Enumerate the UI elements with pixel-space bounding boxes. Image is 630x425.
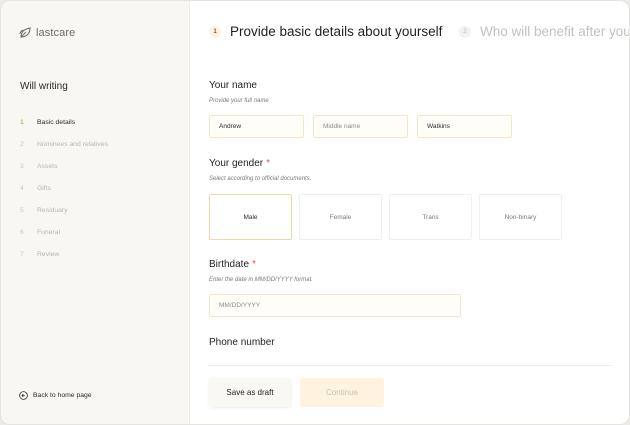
arrow-left-circle-icon	[19, 391, 28, 400]
next-step-title: Who will benefit after you	[480, 24, 630, 39]
last-name-input[interactable]: Watkins	[417, 115, 512, 138]
step-label: Basic details	[37, 118, 76, 126]
birthdate-input[interactable]: MM/DD/YYYY	[209, 294, 461, 317]
back-link-label: Back to home page	[33, 392, 92, 399]
gender-option-male[interactable]: Male	[209, 194, 292, 240]
step-list: 1 Basic details 2 Nominees and relatives…	[20, 111, 108, 265]
first-name-input[interactable]: Andrew	[209, 115, 304, 138]
gender-label: Your gender *	[209, 158, 270, 169]
header-step-current: 1 Provide basic details about yourself	[209, 24, 442, 39]
step-label: Gifts	[37, 184, 51, 192]
leaf-logo-icon	[19, 27, 32, 39]
name-label: Your name	[209, 80, 257, 91]
sidebar-step-assets[interactable]: 3 Assets	[20, 155, 108, 177]
step-label: Review	[37, 250, 60, 258]
sidebar-section-title: Will writing	[20, 81, 68, 92]
step-number: 6	[20, 228, 24, 236]
header-step-next[interactable]: 2 Who will benefit after you	[459, 24, 630, 39]
name-hint: Provide your full name	[209, 98, 269, 104]
birthdate-hint: Enter the date in MM/DD/YYYY format.	[209, 277, 313, 283]
required-mark: *	[266, 158, 271, 169]
sidebar: lastcare Will writing 1 Basic details 2 …	[1, 1, 190, 424]
step-number: 7	[20, 250, 24, 258]
header-step-number: 2	[459, 25, 471, 38]
save-as-draft-button[interactable]: Save as draft	[209, 378, 291, 407]
footer-divider	[209, 365, 613, 366]
birthdate-label: Birthdate *	[209, 259, 256, 270]
app-window: lastcare Will writing 1 Basic details 2 …	[0, 0, 630, 425]
step-number: 3	[20, 162, 24, 170]
phone-label: Phone number	[209, 337, 275, 348]
gender-label-text: Your gender	[209, 158, 264, 169]
details-form: Your name Provide your full name Andrew …	[190, 65, 629, 356]
step-number: 2	[20, 140, 24, 148]
sidebar-step-nominees[interactable]: 2 Nominees and relatives	[20, 133, 108, 155]
sidebar-step-funeral[interactable]: 6 Funeral	[20, 221, 108, 243]
sidebar-step-basic-details[interactable]: 1 Basic details	[20, 111, 108, 133]
required-mark: *	[252, 259, 256, 270]
step-number: 4	[20, 184, 24, 192]
sidebar-step-gifts[interactable]: 4 Gifts	[20, 177, 108, 199]
step-label: Residuary	[37, 206, 68, 214]
gender-hint: Select according to official documents.	[209, 176, 312, 182]
step-header: 1 Provide basic details about yourself 2…	[209, 24, 630, 46]
step-number: 1	[20, 118, 24, 126]
middle-name-input[interactable]: Middle name	[313, 115, 408, 138]
sidebar-step-review[interactable]: 7 Review	[20, 243, 108, 265]
logo-text: lastcare	[36, 27, 76, 39]
back-to-home-link[interactable]: Back to home page	[19, 391, 92, 400]
logo[interactable]: lastcare	[19, 27, 75, 39]
gender-option-non-binary[interactable]: Non-binary	[479, 194, 562, 240]
page-title: Provide basic details about yourself	[230, 24, 443, 39]
birthdate-label-text: Birthdate	[209, 259, 250, 270]
continue-button[interactable]: Continue	[300, 378, 384, 407]
gender-option-female[interactable]: Female	[299, 194, 382, 240]
gender-option-trans[interactable]: Trans	[389, 194, 472, 240]
header-step-number: 1	[209, 25, 221, 38]
step-number: 5	[20, 206, 24, 214]
step-label: Nominees and relatives	[37, 140, 109, 148]
step-label: Assets	[37, 162, 58, 170]
step-label: Funeral	[37, 228, 61, 236]
sidebar-step-residuary[interactable]: 5 Residuary	[20, 199, 108, 221]
